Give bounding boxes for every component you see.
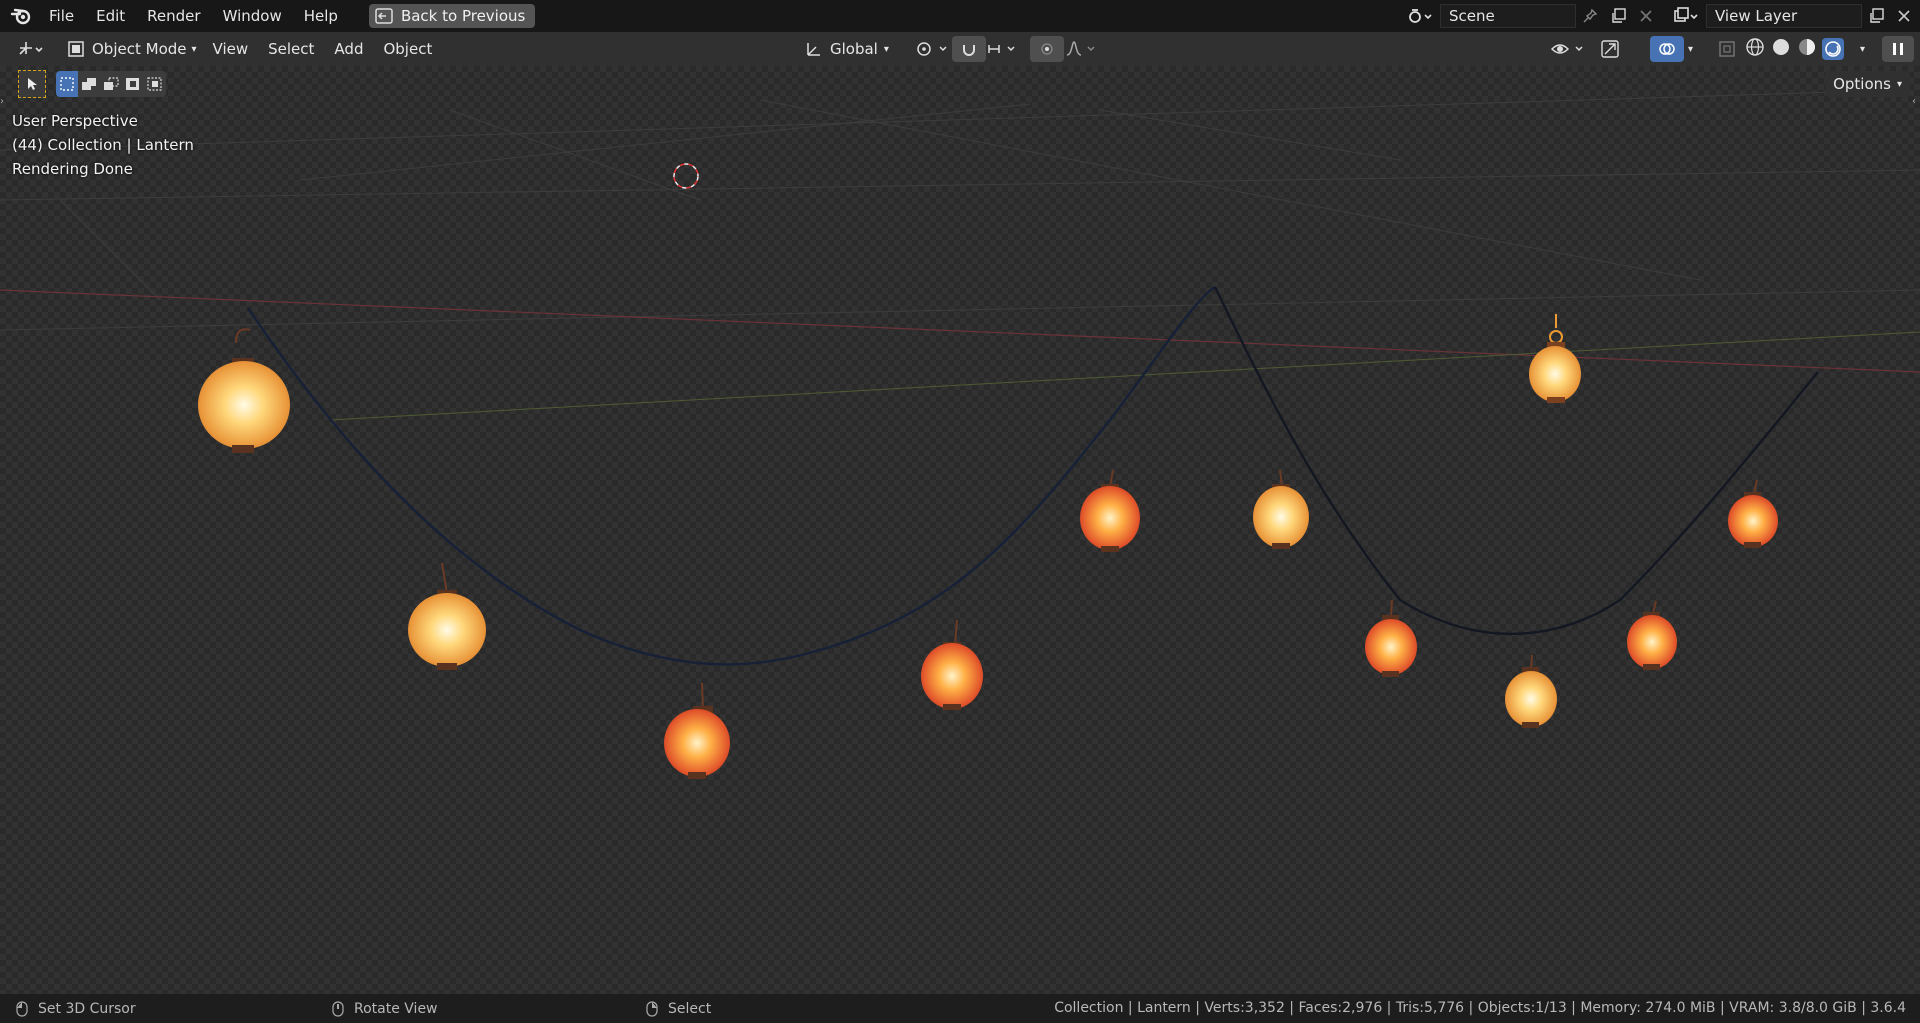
hint-right-label: Select — [668, 1000, 712, 1017]
lantern[interactable] — [921, 619, 983, 710]
view-layer-browse-icon[interactable] — [1666, 4, 1706, 28]
back-icon — [375, 8, 393, 24]
view-layer-field[interactable]: View Layer — [1706, 4, 1862, 28]
lantern[interactable] — [408, 562, 486, 670]
hint-rotate-view: Rotate View — [332, 1001, 438, 1017]
x-axis-line — [0, 289, 1920, 373]
back-to-previous-button[interactable]: Back to Previous — [368, 4, 536, 28]
y-axis-line — [329, 331, 1920, 421]
lantern[interactable] — [1505, 654, 1557, 728]
extend-selection-icon[interactable] — [78, 77, 100, 91]
solid-shading-icon[interactable] — [1770, 36, 1792, 62]
object-mode-icon — [68, 41, 84, 57]
lantern[interactable] — [1728, 479, 1778, 548]
selection-mode-group — [56, 71, 166, 97]
options-label: Options — [1833, 75, 1891, 93]
blender-logo-icon[interactable] — [4, 0, 38, 32]
lantern[interactable] — [1529, 314, 1581, 403]
xray-toggle-icon[interactable] — [1712, 36, 1742, 62]
delete-scene-icon[interactable] — [1632, 4, 1660, 28]
menu-object[interactable]: Object — [373, 40, 442, 58]
top-bar: File Edit Render Window Help Back to Pre… — [0, 0, 1920, 32]
snap-target-dropdown[interactable] — [980, 36, 1028, 62]
new-view-layer-icon[interactable] — [1862, 4, 1890, 28]
pivot-point-dropdown[interactable] — [908, 36, 956, 62]
orientation-icon — [807, 43, 820, 56]
lantern[interactable] — [1253, 469, 1309, 549]
material-preview-icon[interactable] — [1796, 36, 1818, 62]
menu-window[interactable]: Window — [212, 0, 293, 32]
lantern-string-right — [1213, 286, 1819, 635]
scene-browse-icon[interactable] — [1400, 4, 1440, 28]
falloff-dropdown[interactable] — [1058, 36, 1106, 62]
3d-cursor-icon — [673, 163, 699, 189]
overlays-dropdown-chevron-icon[interactable]: ▾ — [1682, 36, 1699, 62]
viewport-scene — [0, 89, 1920, 779]
overlays-toggle-icon[interactable] — [1650, 36, 1684, 62]
hint-set-3d-cursor: Set 3D Cursor — [16, 1001, 136, 1017]
menu-file[interactable]: File — [38, 0, 85, 32]
mouse-right-icon — [646, 1000, 658, 1017]
scene-name-field[interactable]: Scene — [1440, 4, 1576, 28]
sidebar-expand-icon[interactable]: ‹ — [1912, 96, 1920, 114]
wireframe-shading-icon[interactable] — [1744, 36, 1766, 62]
editor-type-icon[interactable] — [10, 36, 52, 62]
lantern[interactable] — [1365, 599, 1417, 677]
lantern-string-left — [247, 285, 1216, 666]
gizmo-toggle-icon[interactable] — [1594, 36, 1628, 62]
select-tool-icon[interactable] — [18, 70, 46, 98]
menu-add[interactable]: Add — [324, 40, 373, 58]
chevron-down-icon: ▾ — [191, 43, 197, 55]
back-to-previous-label: Back to Previous — [400, 7, 526, 25]
hint-left-label: Set 3D Cursor — [38, 1000, 136, 1017]
rendered-shading-icon[interactable] — [1822, 38, 1844, 60]
menu-help[interactable]: Help — [293, 0, 349, 32]
scene-statistics: Collection | Lantern | Verts:3,352 | Fac… — [1054, 1000, 1906, 1016]
scene-selector: Scene View Layer — [1400, 3, 1918, 29]
tool-settings-row — [0, 66, 166, 102]
orientation-label: Global — [830, 40, 878, 58]
shading-dropdown-chevron-icon[interactable]: ▾ — [1854, 36, 1871, 62]
intersect-selection-icon[interactable] — [144, 77, 166, 91]
invert-selection-icon[interactable] — [122, 77, 144, 91]
hint-middle-label: Rotate View — [354, 1000, 438, 1017]
hint-select: Select — [646, 1001, 711, 1017]
pin-icon[interactable] — [1576, 4, 1604, 28]
menu-render[interactable]: Render — [136, 0, 211, 32]
lantern[interactable] — [664, 682, 730, 779]
chevron-down-icon: ▾ — [883, 43, 889, 55]
options-dropdown[interactable]: Options ▾ — [1825, 71, 1910, 97]
visibility-dropdown[interactable] — [1544, 36, 1594, 62]
delete-view-layer-icon[interactable] — [1890, 4, 1918, 28]
menu-view[interactable]: View — [203, 40, 259, 58]
shading-mode-group — [1744, 36, 1844, 62]
mouse-middle-icon — [332, 1000, 344, 1017]
view-perspective-label: User Perspective — [12, 112, 138, 130]
active-collection-label: (44) Collection | Lantern — [12, 136, 194, 154]
lantern[interactable] — [1080, 469, 1140, 552]
pause-render-icon[interactable] — [1882, 36, 1914, 62]
grid-lines — [0, 89, 1920, 331]
mouse-left-icon — [16, 1000, 28, 1017]
transform-orientation-dropdown[interactable]: Global ▾ — [798, 36, 895, 62]
render-status-label: Rendering Done — [12, 160, 133, 178]
status-bar: Set 3D Cursor Rotate View Select Collect… — [0, 994, 1920, 1023]
menu-select[interactable]: Select — [258, 40, 324, 58]
object-mode-label: Object Mode — [92, 40, 187, 58]
subtract-selection-icon[interactable] — [100, 77, 122, 91]
viewport-header: Object Mode ▾ View Select Add Object Glo… — [0, 32, 1920, 66]
chevron-down-icon: ▾ — [1896, 78, 1902, 90]
new-selection-icon[interactable] — [56, 71, 78, 97]
object-mode-dropdown[interactable]: Object Mode ▾ — [60, 36, 203, 62]
lantern[interactable] — [1627, 600, 1677, 670]
menu-edit[interactable]: Edit — [85, 0, 136, 32]
3d-viewport[interactable]: User Perspective (44) Collection | Lante… — [0, 66, 1920, 994]
new-scene-icon[interactable] — [1604, 4, 1632, 28]
